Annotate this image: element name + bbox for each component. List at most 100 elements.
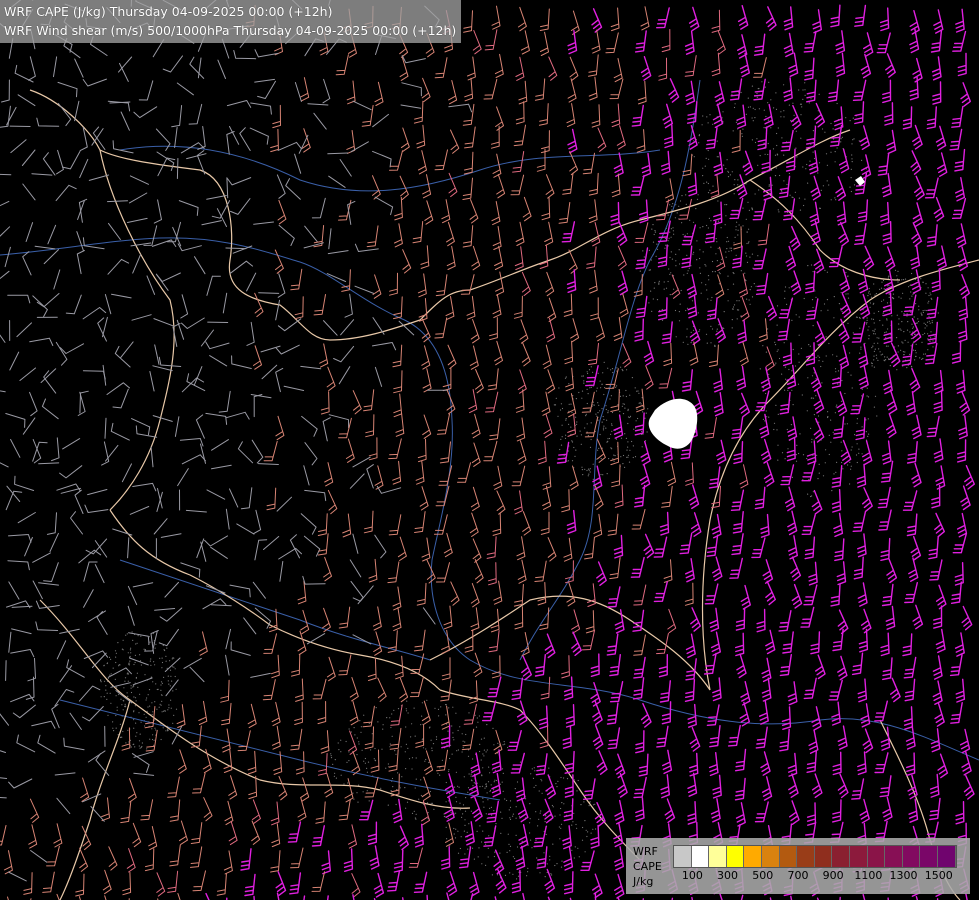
- terrain-dot: [583, 382, 585, 384]
- terrain-dot: [807, 377, 809, 379]
- terrain-dot: [904, 351, 906, 353]
- terrain-dot: [406, 700, 408, 702]
- terrain-dot: [445, 801, 447, 803]
- terrain-dot: [860, 348, 862, 350]
- terrain-dot: [501, 781, 503, 783]
- terrain-dot: [426, 699, 428, 701]
- terrain-dot: [830, 199, 832, 201]
- terrain-dot: [639, 402, 641, 404]
- terrain-dot: [340, 751, 342, 753]
- terrain-dot: [165, 730, 167, 732]
- terrain-dot: [754, 193, 756, 195]
- terrain-dot: [502, 744, 504, 746]
- terrain-dot: [819, 268, 821, 270]
- terrain-dot: [106, 698, 108, 701]
- terrain-dot: [330, 753, 332, 755]
- terrain-dot: [776, 153, 778, 155]
- terrain-dot: [926, 325, 928, 327]
- terrain-dot: [414, 735, 416, 737]
- terrain-dot: [811, 299, 814, 301]
- terrain-dot: [338, 749, 340, 751]
- terrain-dot: [836, 461, 838, 463]
- terrain-dot: [115, 661, 117, 664]
- terrain-dot: [776, 305, 779, 307]
- terrain-dot: [530, 839, 532, 841]
- terrain-dot: [924, 327, 926, 329]
- terrain-dot: [629, 394, 631, 396]
- terrain-dot: [592, 463, 594, 465]
- terrain-dot: [494, 851, 496, 853]
- terrain-dot: [798, 452, 800, 455]
- terrain-dot: [390, 790, 392, 792]
- legend-tick: 1500: [924, 869, 953, 882]
- terrain-dot: [500, 811, 502, 813]
- terrain-dot: [738, 300, 740, 302]
- terrain-dot: [897, 328, 900, 330]
- terrain-dot: [835, 199, 837, 201]
- terrain-dot: [678, 205, 680, 207]
- terrain-dot: [726, 248, 728, 250]
- terrain-dot: [703, 182, 705, 184]
- terrain-dot: [651, 310, 653, 312]
- terrain-dot: [804, 82, 806, 84]
- terrain-dot: [571, 460, 574, 462]
- terrain-dot: [457, 830, 459, 832]
- terrain-dot: [734, 179, 736, 181]
- terrain-dot: [611, 411, 614, 414]
- terrain-dot: [701, 282, 703, 284]
- terrain-dot: [708, 217, 711, 219]
- terrain-dot: [360, 731, 362, 733]
- terrain-dot: [775, 108, 778, 110]
- terrain-dot: [716, 328, 718, 330]
- terrain-dot: [667, 280, 669, 283]
- terrain-dot: [775, 404, 777, 406]
- terrain-dot: [535, 784, 537, 787]
- terrain-dot: [686, 272, 688, 274]
- terrain-dot: [537, 825, 539, 827]
- terrain-dot: [625, 437, 628, 439]
- terrain-dot: [665, 287, 668, 289]
- terrain-dot: [755, 285, 757, 287]
- terrain-dot: [861, 395, 863, 397]
- terrain-dot: [628, 461, 631, 463]
- terrain-dot: [590, 438, 592, 441]
- terrain-dot: [849, 120, 851, 122]
- terrain-dot: [576, 421, 578, 423]
- terrain-dot: [507, 746, 509, 749]
- terrain-dot: [503, 741, 505, 743]
- terrain-dot: [708, 279, 710, 281]
- terrain-dot: [856, 422, 858, 424]
- terrain-dot: [870, 296, 873, 298]
- terrain-dot: [873, 283, 875, 285]
- terrain-dot: [127, 695, 129, 698]
- terrain-dot: [712, 271, 714, 273]
- terrain-dot: [136, 672, 138, 674]
- legend-color-scale: [673, 845, 957, 868]
- terrain-dot: [607, 367, 609, 369]
- terrain-dot: [707, 149, 709, 152]
- terrain-dot: [543, 852, 545, 854]
- terrain-dot: [348, 751, 350, 753]
- terrain-dot: [724, 224, 726, 226]
- terrain-dot: [139, 660, 142, 662]
- terrain-dot: [681, 222, 683, 224]
- terrain-dot: [509, 850, 511, 852]
- terrain-dot: [152, 711, 154, 713]
- terrain-dot: [874, 328, 876, 330]
- terrain-dot: [348, 728, 350, 730]
- terrain-dot: [561, 424, 563, 426]
- terrain-dot: [764, 153, 766, 155]
- terrain-dot: [818, 463, 820, 465]
- terrain-dot: [608, 437, 611, 440]
- terrain-dot: [374, 747, 376, 750]
- terrain-dot: [874, 294, 876, 296]
- terrain-dot: [818, 472, 820, 474]
- terrain-dot: [473, 858, 475, 860]
- terrain-dot: [805, 168, 807, 170]
- terrain-dot: [868, 338, 870, 340]
- terrain-dot: [159, 657, 161, 659]
- terrain-dot: [485, 783, 487, 786]
- terrain-dot: [822, 475, 825, 477]
- terrain-dot: [570, 426, 572, 428]
- terrain-dot: [415, 757, 417, 759]
